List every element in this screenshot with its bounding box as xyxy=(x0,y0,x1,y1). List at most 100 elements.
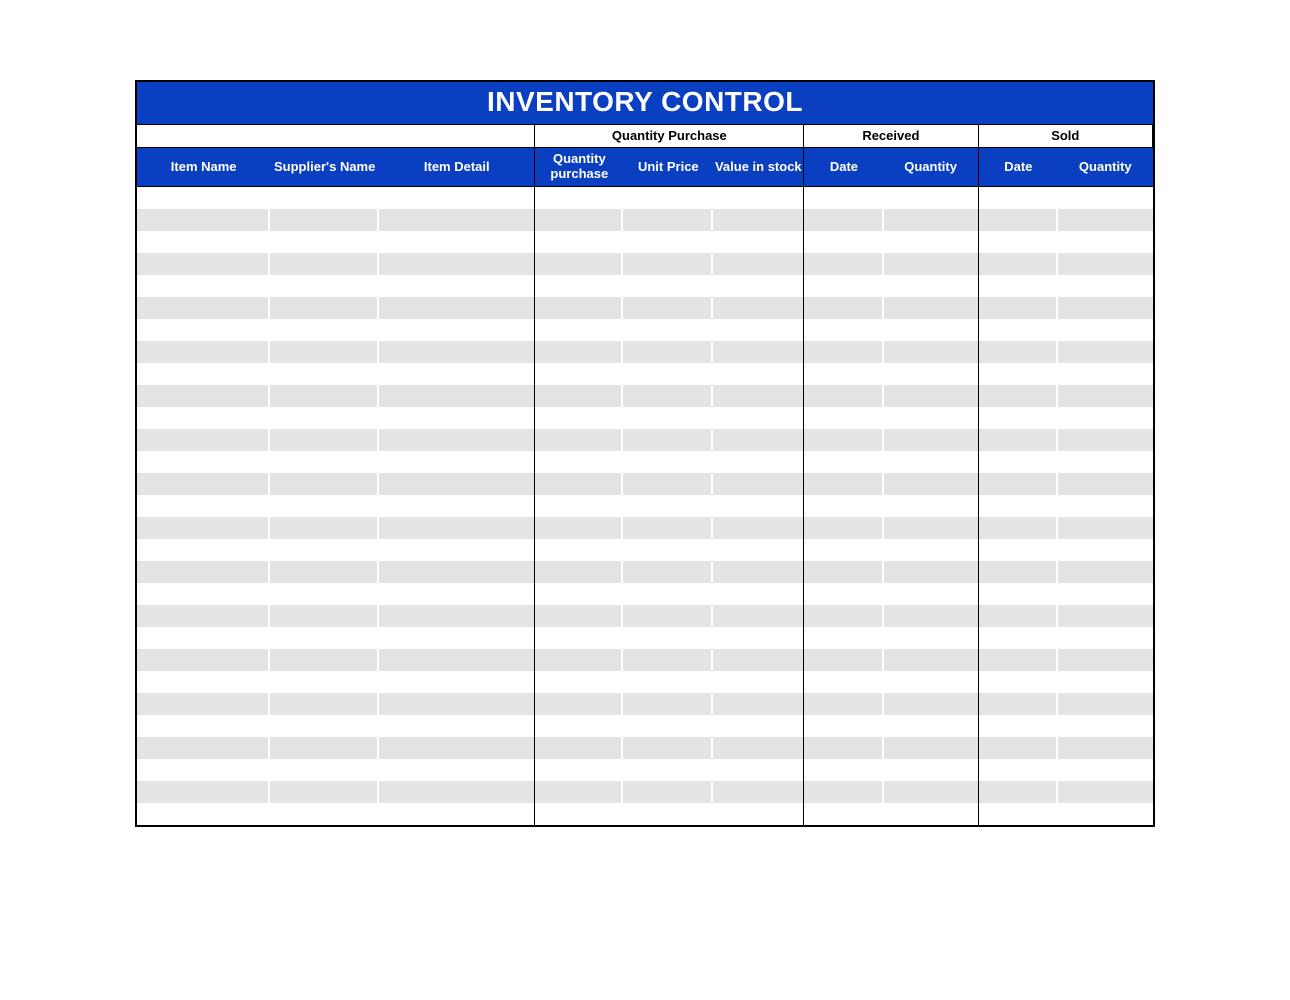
cell[interactable] xyxy=(379,803,535,825)
cell[interactable] xyxy=(884,605,978,627)
cell[interactable] xyxy=(978,275,1058,297)
cell[interactable] xyxy=(804,781,884,803)
cell[interactable] xyxy=(804,429,884,451)
cell[interactable] xyxy=(884,715,978,737)
cell[interactable] xyxy=(978,209,1058,231)
cell[interactable] xyxy=(137,627,270,649)
cell[interactable] xyxy=(713,671,803,693)
cell[interactable] xyxy=(270,407,379,429)
cell[interactable] xyxy=(713,627,803,649)
cell[interactable] xyxy=(1058,319,1152,341)
cell[interactable] xyxy=(804,605,884,627)
cell[interactable] xyxy=(137,253,270,275)
cell[interactable] xyxy=(804,473,884,495)
cell[interactable] xyxy=(884,275,978,297)
cell[interactable] xyxy=(270,275,379,297)
cell[interactable] xyxy=(379,341,535,363)
cell[interactable] xyxy=(137,473,270,495)
cell[interactable] xyxy=(978,649,1058,671)
cell[interactable] xyxy=(804,407,884,429)
cell[interactable] xyxy=(623,297,713,319)
cell[interactable] xyxy=(884,473,978,495)
cell[interactable] xyxy=(804,319,884,341)
cell[interactable] xyxy=(884,407,978,429)
cell[interactable] xyxy=(379,495,535,517)
cell[interactable] xyxy=(804,671,884,693)
cell[interactable] xyxy=(713,451,803,473)
cell[interactable] xyxy=(270,671,379,693)
cell[interactable] xyxy=(978,253,1058,275)
cell[interactable] xyxy=(379,473,535,495)
cell[interactable] xyxy=(623,517,713,539)
cell[interactable] xyxy=(978,627,1058,649)
cell[interactable] xyxy=(379,429,535,451)
cell[interactable] xyxy=(535,781,623,803)
cell[interactable] xyxy=(379,451,535,473)
cell[interactable] xyxy=(713,209,803,231)
cell[interactable] xyxy=(1058,473,1152,495)
cell[interactable] xyxy=(884,737,978,759)
cell[interactable] xyxy=(713,693,803,715)
cell[interactable] xyxy=(379,715,535,737)
cell[interactable] xyxy=(535,275,623,297)
cell[interactable] xyxy=(978,737,1058,759)
cell[interactable] xyxy=(623,363,713,385)
cell[interactable] xyxy=(804,759,884,781)
cell[interactable] xyxy=(1058,407,1152,429)
cell[interactable] xyxy=(379,781,535,803)
cell[interactable] xyxy=(884,803,978,825)
cell[interactable] xyxy=(379,297,535,319)
cell[interactable] xyxy=(623,583,713,605)
cell[interactable] xyxy=(978,539,1058,561)
cell[interactable] xyxy=(804,693,884,715)
cell[interactable] xyxy=(623,253,713,275)
cell[interactable] xyxy=(379,539,535,561)
cell[interactable] xyxy=(137,671,270,693)
cell[interactable] xyxy=(137,451,270,473)
cell[interactable] xyxy=(804,495,884,517)
cell[interactable] xyxy=(535,341,623,363)
cell[interactable] xyxy=(270,583,379,605)
cell[interactable] xyxy=(623,495,713,517)
cell[interactable] xyxy=(978,715,1058,737)
cell[interactable] xyxy=(884,363,978,385)
cell[interactable] xyxy=(978,517,1058,539)
cell[interactable] xyxy=(978,429,1058,451)
cell[interactable] xyxy=(804,209,884,231)
cell[interactable] xyxy=(270,385,379,407)
cell[interactable] xyxy=(1058,495,1152,517)
cell[interactable] xyxy=(137,583,270,605)
cell[interactable] xyxy=(137,407,270,429)
cell[interactable] xyxy=(1058,429,1152,451)
cell[interactable] xyxy=(1058,605,1152,627)
cell[interactable] xyxy=(713,517,803,539)
cell[interactable] xyxy=(713,803,803,825)
cell[interactable] xyxy=(535,495,623,517)
cell[interactable] xyxy=(713,649,803,671)
cell[interactable] xyxy=(379,759,535,781)
cell[interactable] xyxy=(1058,275,1152,297)
cell[interactable] xyxy=(713,583,803,605)
cell[interactable] xyxy=(978,759,1058,781)
cell[interactable] xyxy=(270,627,379,649)
cell[interactable] xyxy=(884,429,978,451)
cell[interactable] xyxy=(1058,561,1152,583)
cell[interactable] xyxy=(137,803,270,825)
cell[interactable] xyxy=(978,561,1058,583)
cell[interactable] xyxy=(884,781,978,803)
cell[interactable] xyxy=(623,319,713,341)
cell[interactable] xyxy=(713,231,803,253)
cell[interactable] xyxy=(623,385,713,407)
cell[interactable] xyxy=(1058,231,1152,253)
cell[interactable] xyxy=(804,627,884,649)
cell[interactable] xyxy=(804,715,884,737)
cell[interactable] xyxy=(1058,583,1152,605)
cell[interactable] xyxy=(623,451,713,473)
cell[interactable] xyxy=(884,253,978,275)
cell[interactable] xyxy=(270,297,379,319)
cell[interactable] xyxy=(535,649,623,671)
cell[interactable] xyxy=(804,341,884,363)
cell[interactable] xyxy=(623,429,713,451)
cell[interactable] xyxy=(137,517,270,539)
cell[interactable] xyxy=(623,649,713,671)
